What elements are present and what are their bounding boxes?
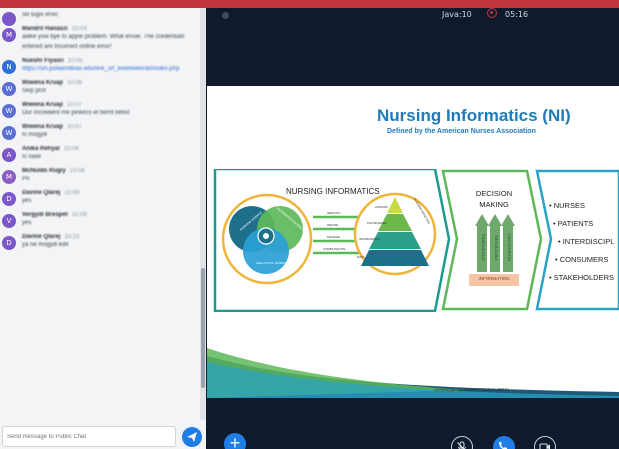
avatar[interactable]: D <box>2 192 16 206</box>
chat-message: A Anika Rehyal 10:08 Is nalie <box>0 144 206 166</box>
pyramid-label-wisdom: WISDOM <box>375 205 388 209</box>
chat-message-text: Is nalie <box>22 154 42 160</box>
avatar[interactable]: D <box>2 236 16 250</box>
chat-message-text: Our incredient me pinkecs et bernt belis… <box>22 110 130 116</box>
session-timer: Java:10 <box>442 10 472 19</box>
share-webcam-button[interactable] <box>534 436 556 449</box>
arrow-label-communicate: COMMUNICATE <box>323 247 346 251</box>
chat-input-row <box>0 426 206 449</box>
avatar[interactable]: A <box>2 148 16 162</box>
pyramid-label-knowledge: KNOWLEDGE <box>367 221 387 225</box>
slide-subtitle: Defined by the American Nurses Associati… <box>387 128 536 135</box>
microphone-muted-icon <box>457 441 466 449</box>
chat-message-list[interactable]: ski tugis ervic M Mandril Hanaszi 10:03 adik… <box>0 8 206 420</box>
stage-menu-icon[interactable] <box>222 12 229 19</box>
avatar[interactable]: N <box>2 60 16 74</box>
chat-scrollbar-thumb[interactable] <box>201 268 205 388</box>
avatar[interactable]: W <box>2 126 16 140</box>
avatar[interactable]: M <box>2 170 16 184</box>
recording-time: 05:16 <box>505 10 529 19</box>
pillar-base-label: INFORMATION <box>478 276 510 281</box>
venn-label-analytical: ANALYTICAL SCIENCE <box>256 261 289 265</box>
chat-message: M Mandril Hanaszi 10:03 adike yow bye to ap… <box>0 24 206 56</box>
chat-message: D Davine Qlarej 10:10 ya ne mogyill edit <box>0 232 206 254</box>
send-icon <box>187 432 197 442</box>
camera-icon <box>539 443 550 449</box>
chat-message-text: Skip prof <box>22 88 46 94</box>
actions-plus-button[interactable]: + <box>224 433 246 449</box>
arrow-label-identify: IDENTIFY <box>327 211 341 215</box>
pyramid-label-information: INFORMATION <box>359 237 380 241</box>
phone-icon <box>499 442 507 449</box>
arrow-label-manage: MANAGE <box>327 235 341 239</box>
chat-message-text: yes <box>22 198 32 204</box>
slide-title: Nursing Informatics (NI) <box>377 106 571 125</box>
public-chat-panel: ski tugis ervic M Mandril Hanaszi 10:03 adik… <box>0 8 206 449</box>
chat-message-text: Is mogyill <box>22 132 48 138</box>
top-bar <box>0 0 619 8</box>
chat-message: M McNuldo Rugiy 10:08 Po <box>0 166 206 188</box>
chat-message: V Vergydi Brespet 10:09 yes <box>0 210 206 232</box>
avatar[interactable]: W <box>2 104 16 118</box>
chat-message: ski tugis ervic <box>0 8 206 26</box>
pillar-label-technology: TECHNOLOGY <box>506 233 512 262</box>
chat-message-text: Po <box>22 176 30 182</box>
list-item-stakeholders: • STAKEHOLDERS <box>549 273 615 282</box>
arrow-label-define: DEFINE <box>327 223 339 227</box>
audio-phone-button[interactable] <box>493 436 515 449</box>
avatar[interactable]: V <box>2 214 16 228</box>
list-item-patients: • PATIENTS <box>553 219 594 228</box>
chat-message: N Nueshr Fiyasri 10:05 https://sin.pollaent… <box>0 56 206 78</box>
chat-message-text: yes <box>22 220 32 226</box>
ni-framework-diagram: NURSING INFORMATICS DECISION MAKING NURS… <box>207 169 619 312</box>
pillar-label-processes: PROCESSES <box>493 235 499 260</box>
chat-message-text: adike yow bye to apple problem. What erv… <box>22 34 185 50</box>
presentation-stage: Java:10 05:16 Nursing Informatics (NI) D… <box>206 8 619 449</box>
ni-section-title: NURSING INFORMATICS <box>286 187 380 196</box>
recording-icon[interactable] <box>487 8 497 18</box>
chat-message-text: ya ne mogyill edit <box>22 242 69 248</box>
slide-citation: (American Nurses Association, 2015) <box>435 387 510 392</box>
list-item-consumers: • CONSUMERS <box>555 255 609 264</box>
pillar-label-structures: STRUCTURES <box>480 233 486 262</box>
list-item-nurses: • NURSES <box>549 201 585 210</box>
send-message-button[interactable] <box>182 427 202 447</box>
slide-decorative-wave <box>207 348 619 398</box>
chat-message-input[interactable] <box>2 426 176 447</box>
pyramid-label-data: DATA <box>357 255 365 259</box>
chat-message: D Davine Qlarej 10:09 yes <box>0 188 206 210</box>
mute-microphone-button[interactable] <box>451 436 473 449</box>
chat-message-link[interactable]: https://sin.pollaentBias.edu/link_url_ke… <box>22 64 198 74</box>
avatar[interactable]: W <box>2 82 16 96</box>
presentation-slide: Nursing Informatics (NI) Defined by the … <box>207 86 619 398</box>
avatar[interactable]: M <box>2 28 16 42</box>
decision-making-title: DECISION MAKING <box>475 189 513 209</box>
chat-message: W Wiwena Kruaji 10:07 Our incredient me pin… <box>0 100 206 122</box>
chat-message: W Wiwena Kruaji 10:07 Is mogyill <box>0 122 206 144</box>
chat-message-text: ski tugis ervic <box>22 12 59 18</box>
chat-message: W Wiwena Kruaji 10:06 Skip prof <box>0 78 206 100</box>
list-item-interdisciplinary: • INTERDISCIPL <box>558 237 615 246</box>
plus-icon: + <box>229 433 241 449</box>
